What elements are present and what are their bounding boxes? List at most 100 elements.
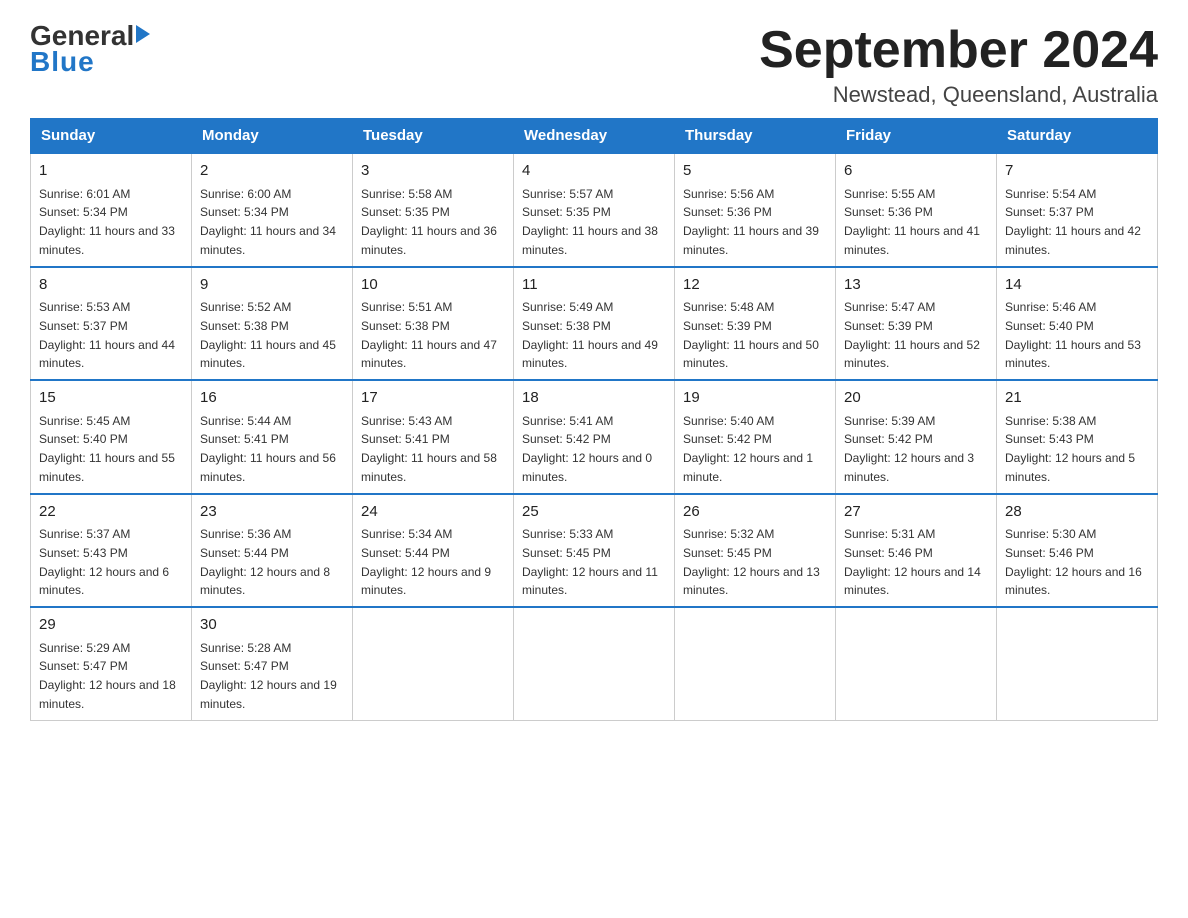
day-info: Sunrise: 5:37 AMSunset: 5:43 PMDaylight:… <box>39 527 169 597</box>
day-cell: 27 Sunrise: 5:31 AMSunset: 5:46 PMDaylig… <box>836 494 997 608</box>
day-info: Sunrise: 5:28 AMSunset: 5:47 PMDaylight:… <box>200 641 337 711</box>
day-number: 25 <box>522 501 666 524</box>
header-monday: Monday <box>192 119 353 154</box>
day-info: Sunrise: 5:36 AMSunset: 5:44 PMDaylight:… <box>200 527 330 597</box>
calendar-title: September 2024 <box>759 20 1158 80</box>
day-number: 2 <box>200 160 344 183</box>
day-cell: 18 Sunrise: 5:41 AMSunset: 5:42 PMDaylig… <box>514 380 675 494</box>
day-number: 17 <box>361 387 505 410</box>
day-info: Sunrise: 5:56 AMSunset: 5:36 PMDaylight:… <box>683 187 819 257</box>
day-cell: 9 Sunrise: 5:52 AMSunset: 5:38 PMDayligh… <box>192 267 353 381</box>
day-cell: 22 Sunrise: 5:37 AMSunset: 5:43 PMDaylig… <box>31 494 192 608</box>
day-info: Sunrise: 5:41 AMSunset: 5:42 PMDaylight:… <box>522 414 652 484</box>
day-info: Sunrise: 5:45 AMSunset: 5:40 PMDaylight:… <box>39 414 175 484</box>
day-info: Sunrise: 5:51 AMSunset: 5:38 PMDaylight:… <box>361 300 497 370</box>
day-cell: 25 Sunrise: 5:33 AMSunset: 5:45 PMDaylig… <box>514 494 675 608</box>
day-cell: 5 Sunrise: 5:56 AMSunset: 5:36 PMDayligh… <box>675 153 836 267</box>
day-info: Sunrise: 5:48 AMSunset: 5:39 PMDaylight:… <box>683 300 819 370</box>
day-cell <box>514 607 675 720</box>
day-cell: 8 Sunrise: 5:53 AMSunset: 5:37 PMDayligh… <box>31 267 192 381</box>
day-cell: 24 Sunrise: 5:34 AMSunset: 5:44 PMDaylig… <box>353 494 514 608</box>
logo-triangle-icon <box>136 25 150 43</box>
week-row-1: 1 Sunrise: 6:01 AMSunset: 5:34 PMDayligh… <box>31 153 1158 267</box>
day-number: 10 <box>361 274 505 297</box>
day-info: Sunrise: 5:31 AMSunset: 5:46 PMDaylight:… <box>844 527 981 597</box>
day-info: Sunrise: 6:00 AMSunset: 5:34 PMDaylight:… <box>200 187 336 257</box>
day-cell <box>836 607 997 720</box>
day-cell: 13 Sunrise: 5:47 AMSunset: 5:39 PMDaylig… <box>836 267 997 381</box>
day-number: 9 <box>200 274 344 297</box>
day-info: Sunrise: 5:55 AMSunset: 5:36 PMDaylight:… <box>844 187 980 257</box>
day-info: Sunrise: 5:40 AMSunset: 5:42 PMDaylight:… <box>683 414 813 484</box>
day-number: 8 <box>39 274 183 297</box>
day-number: 4 <box>522 160 666 183</box>
logo: General Blue <box>30 20 150 78</box>
day-cell: 15 Sunrise: 5:45 AMSunset: 5:40 PMDaylig… <box>31 380 192 494</box>
day-info: Sunrise: 5:52 AMSunset: 5:38 PMDaylight:… <box>200 300 336 370</box>
day-number: 13 <box>844 274 988 297</box>
header-wednesday: Wednesday <box>514 119 675 154</box>
day-cell <box>353 607 514 720</box>
day-number: 26 <box>683 501 827 524</box>
page-header: General Blue September 2024 Newstead, Qu… <box>30 20 1158 108</box>
day-number: 29 <box>39 614 183 637</box>
week-row-4: 22 Sunrise: 5:37 AMSunset: 5:43 PMDaylig… <box>31 494 1158 608</box>
header-saturday: Saturday <box>997 119 1158 154</box>
calendar-table: Sunday Monday Tuesday Wednesday Thursday… <box>30 118 1158 721</box>
header-sunday: Sunday <box>31 119 192 154</box>
day-cell: 7 Sunrise: 5:54 AMSunset: 5:37 PMDayligh… <box>997 153 1158 267</box>
day-cell: 10 Sunrise: 5:51 AMSunset: 5:38 PMDaylig… <box>353 267 514 381</box>
day-cell: 12 Sunrise: 5:48 AMSunset: 5:39 PMDaylig… <box>675 267 836 381</box>
day-number: 5 <box>683 160 827 183</box>
day-number: 30 <box>200 614 344 637</box>
day-cell: 11 Sunrise: 5:49 AMSunset: 5:38 PMDaylig… <box>514 267 675 381</box>
day-number: 6 <box>844 160 988 183</box>
day-info: Sunrise: 5:58 AMSunset: 5:35 PMDaylight:… <box>361 187 497 257</box>
day-cell: 20 Sunrise: 5:39 AMSunset: 5:42 PMDaylig… <box>836 380 997 494</box>
day-number: 28 <box>1005 501 1149 524</box>
day-number: 20 <box>844 387 988 410</box>
week-row-3: 15 Sunrise: 5:45 AMSunset: 5:40 PMDaylig… <box>31 380 1158 494</box>
day-number: 16 <box>200 387 344 410</box>
day-cell: 14 Sunrise: 5:46 AMSunset: 5:40 PMDaylig… <box>997 267 1158 381</box>
day-info: Sunrise: 5:30 AMSunset: 5:46 PMDaylight:… <box>1005 527 1142 597</box>
day-cell <box>997 607 1158 720</box>
day-number: 19 <box>683 387 827 410</box>
day-number: 3 <box>361 160 505 183</box>
day-info: Sunrise: 5:43 AMSunset: 5:41 PMDaylight:… <box>361 414 497 484</box>
title-area: September 2024 Newstead, Queensland, Aus… <box>759 20 1158 108</box>
day-cell <box>675 607 836 720</box>
day-number: 14 <box>1005 274 1149 297</box>
day-info: Sunrise: 5:34 AMSunset: 5:44 PMDaylight:… <box>361 527 491 597</box>
day-number: 11 <box>522 274 666 297</box>
day-info: Sunrise: 5:57 AMSunset: 5:35 PMDaylight:… <box>522 187 658 257</box>
day-number: 15 <box>39 387 183 410</box>
day-cell: 16 Sunrise: 5:44 AMSunset: 5:41 PMDaylig… <box>192 380 353 494</box>
day-info: Sunrise: 5:33 AMSunset: 5:45 PMDaylight:… <box>522 527 658 597</box>
day-number: 18 <box>522 387 666 410</box>
day-cell: 3 Sunrise: 5:58 AMSunset: 5:35 PMDayligh… <box>353 153 514 267</box>
day-number: 12 <box>683 274 827 297</box>
day-info: Sunrise: 5:39 AMSunset: 5:42 PMDaylight:… <box>844 414 974 484</box>
calendar-subtitle: Newstead, Queensland, Australia <box>759 82 1158 108</box>
day-info: Sunrise: 5:49 AMSunset: 5:38 PMDaylight:… <box>522 300 658 370</box>
day-info: Sunrise: 5:47 AMSunset: 5:39 PMDaylight:… <box>844 300 980 370</box>
day-cell: 17 Sunrise: 5:43 AMSunset: 5:41 PMDaylig… <box>353 380 514 494</box>
day-number: 27 <box>844 501 988 524</box>
day-cell: 30 Sunrise: 5:28 AMSunset: 5:47 PMDaylig… <box>192 607 353 720</box>
day-cell: 21 Sunrise: 5:38 AMSunset: 5:43 PMDaylig… <box>997 380 1158 494</box>
day-info: Sunrise: 5:38 AMSunset: 5:43 PMDaylight:… <box>1005 414 1135 484</box>
day-info: Sunrise: 5:29 AMSunset: 5:47 PMDaylight:… <box>39 641 176 711</box>
day-cell: 29 Sunrise: 5:29 AMSunset: 5:47 PMDaylig… <box>31 607 192 720</box>
day-info: Sunrise: 6:01 AMSunset: 5:34 PMDaylight:… <box>39 187 175 257</box>
day-info: Sunrise: 5:46 AMSunset: 5:40 PMDaylight:… <box>1005 300 1141 370</box>
weekday-header-row: Sunday Monday Tuesday Wednesday Thursday… <box>31 119 1158 154</box>
day-info: Sunrise: 5:53 AMSunset: 5:37 PMDaylight:… <box>39 300 175 370</box>
day-number: 24 <box>361 501 505 524</box>
header-thursday: Thursday <box>675 119 836 154</box>
day-number: 22 <box>39 501 183 524</box>
week-row-2: 8 Sunrise: 5:53 AMSunset: 5:37 PMDayligh… <box>31 267 1158 381</box>
day-cell: 6 Sunrise: 5:55 AMSunset: 5:36 PMDayligh… <box>836 153 997 267</box>
day-cell: 2 Sunrise: 6:00 AMSunset: 5:34 PMDayligh… <box>192 153 353 267</box>
day-cell: 19 Sunrise: 5:40 AMSunset: 5:42 PMDaylig… <box>675 380 836 494</box>
